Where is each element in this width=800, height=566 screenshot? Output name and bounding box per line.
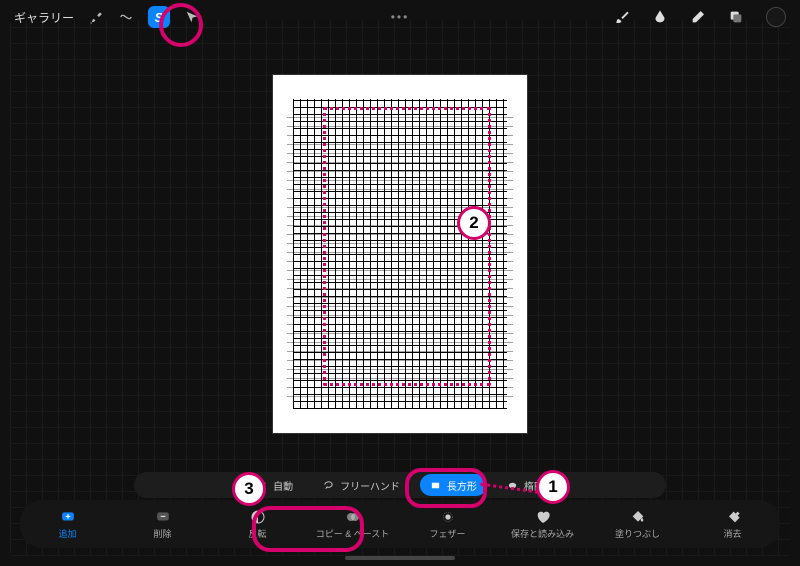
action-invert-label: 反転 [248,527,266,540]
action-add-label: 追加 [58,527,76,540]
canvas[interactable] [273,75,527,433]
invert-icon [248,509,268,525]
action-clear[interactable]: 消去 [694,509,772,540]
mode-rectangle-label: 長方形 [447,478,477,493]
app-root: ギャラリー S ••• [0,0,800,566]
mode-rectangle[interactable]: 長方形 [420,474,487,496]
action-invert[interactable]: 反転 [219,509,297,540]
mode-freehand-label: フリーハンド [340,478,400,493]
action-copy-paste[interactable]: コピー & ペースト [314,509,392,540]
arrow-icon[interactable] [184,9,200,25]
selection-mode-bar: 自動 フリーハンド 長方形 楕円 [134,472,666,498]
bucket-icon [628,509,648,525]
mode-freehand[interactable]: フリーハンド [313,474,410,496]
menu-dots-icon[interactable]: ••• [391,10,410,24]
top-toolbar: ギャラリー S ••• [0,0,800,34]
rectangle-icon [430,480,441,491]
layers-icon[interactable] [728,9,744,25]
selection-action-bar: 追加 削除 反転 コピー & ペースト フェザー 保存と読み込み 塗りつぶし [20,500,780,548]
action-copy-paste-label: コピー & ペースト [316,527,390,540]
action-fill[interactable]: 塗りつぶし [599,509,677,540]
selection-marquee [323,107,491,386]
action-feather[interactable]: フェザー [409,509,487,540]
annotation-step-3: 3 [232,472,266,506]
brush-icon[interactable] [614,9,630,25]
gallery-button[interactable]: ギャラリー [14,9,74,26]
action-save-load-label: 保存と読み込み [511,527,574,540]
action-save-load[interactable]: 保存と読み込み [504,509,582,540]
minus-icon [153,509,173,525]
color-swatch[interactable] [766,7,786,27]
adjust-icon[interactable] [118,9,134,25]
canvas-wrapper [273,75,527,433]
wrench-icon[interactable] [88,9,104,25]
lasso-icon [323,480,334,491]
home-indicator [345,556,455,560]
copy-paste-icon [343,509,363,525]
smudge-icon[interactable] [652,9,668,25]
clear-icon [723,509,743,525]
action-remove-label: 削除 [153,527,171,540]
feather-icon [438,509,458,525]
plus-icon [58,509,78,525]
action-clear-label: 消去 [723,527,741,540]
eraser-icon[interactable] [690,9,706,25]
mode-auto-label: 自動 [273,478,293,493]
heart-icon [533,509,553,525]
action-remove[interactable]: 削除 [124,509,202,540]
annotation-step-1: 1 [536,470,570,504]
selection-tool-icon[interactable]: S [148,6,170,28]
action-feather-label: フェザー [429,527,465,540]
action-fill-label: 塗りつぶし [615,527,660,540]
action-add[interactable]: 追加 [29,509,107,540]
top-toolbar-right [614,7,786,27]
top-toolbar-left: ギャラリー S [14,6,200,28]
annotation-step-2: 2 [457,206,491,240]
